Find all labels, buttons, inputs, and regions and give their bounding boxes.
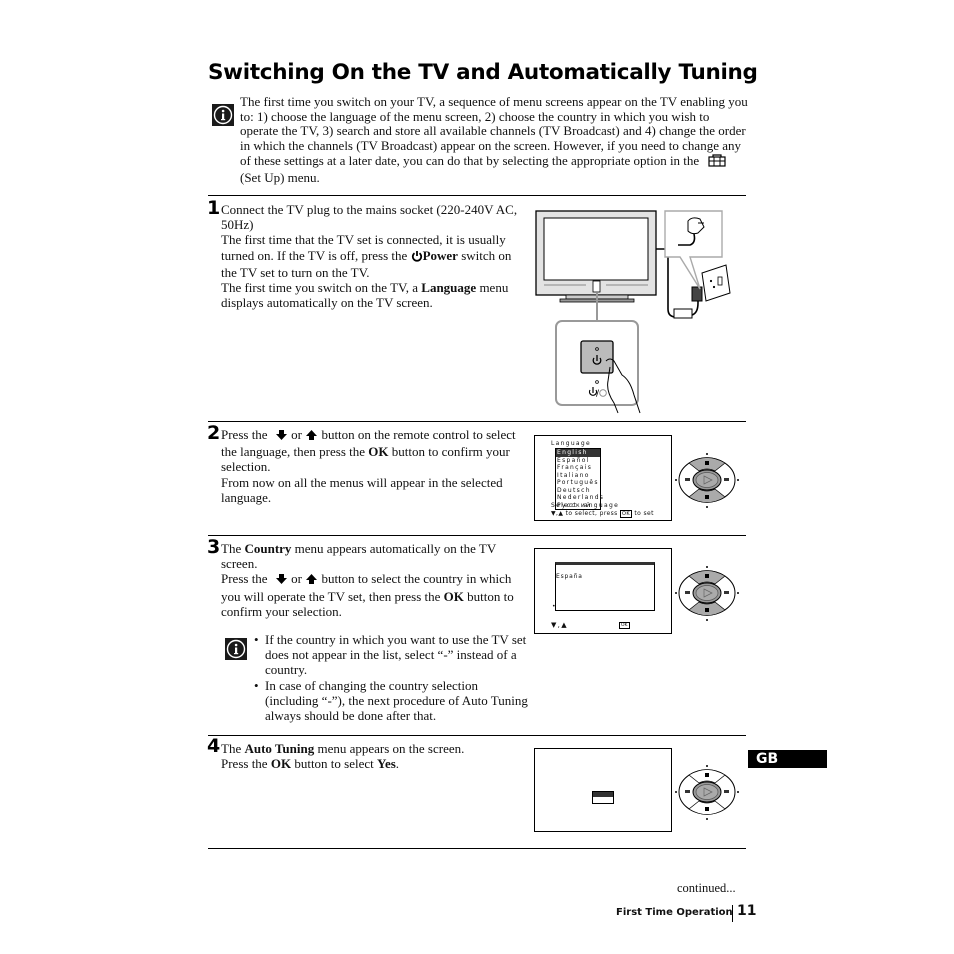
language-label: Language xyxy=(421,280,477,296)
footer-divider xyxy=(732,905,733,922)
page-title: Switching On the TV and Automatically Tu… xyxy=(208,60,758,85)
language-menu-screen: Language English Español Français Italia… xyxy=(534,435,672,521)
language-option[interactable]: Português xyxy=(556,479,600,487)
language-option-selected[interactable]: English xyxy=(556,449,600,457)
remote-navigation-pad xyxy=(675,566,739,621)
continued-note: continued... xyxy=(677,881,736,895)
info-icon xyxy=(225,638,247,660)
step-text-line: The first time that the TV set is connec… xyxy=(221,232,526,280)
ok-label: OK xyxy=(270,756,292,772)
remote-navigation-pad xyxy=(675,453,739,508)
toolbox-icon xyxy=(708,153,727,171)
power-label: Power xyxy=(422,247,458,263)
section-divider xyxy=(208,195,746,196)
page-number: 11 xyxy=(737,903,757,919)
auto-tuning-screen xyxy=(534,748,672,832)
hint-text: ▼,▲ to select, press xyxy=(551,510,618,517)
step-number: 4 xyxy=(207,735,221,757)
section-divider xyxy=(208,421,746,422)
step-text-line: The Auto Tuning menu appears on the scre… xyxy=(221,741,531,756)
section-divider xyxy=(208,735,746,736)
language-list: English Español Français Italiano Portug… xyxy=(555,448,603,510)
ok-key-glyph: OK xyxy=(620,510,633,518)
tv-set-illustration: / xyxy=(535,210,731,414)
remote-navigation-pad xyxy=(675,765,739,820)
text: . xyxy=(395,756,400,772)
yes-label: Yes xyxy=(377,756,396,772)
nav-hint: ▼,▲ xyxy=(551,621,568,629)
selected-option xyxy=(593,792,613,797)
step-text-line: The Country menu appears automatically o… xyxy=(221,541,526,571)
auto-tuning-label: Auto Tuning xyxy=(244,741,315,756)
up-arrow-icon xyxy=(305,429,318,444)
text: Press the xyxy=(221,756,268,772)
note-item: In case of changing the country selectio… xyxy=(254,678,534,724)
text: The first time you switch on the TV, a xyxy=(221,280,419,296)
step-text-line: Connect the TV plug to the mains socket … xyxy=(221,202,518,233)
ok-label: OK xyxy=(368,444,389,460)
footer-section-title: First Time Operation xyxy=(616,907,733,918)
text: Press the xyxy=(221,427,268,442)
language-tab: GB xyxy=(748,750,827,768)
country-notes: If the country in which you want to use … xyxy=(254,632,534,723)
step-text-line: Press the or button on the remote contro… xyxy=(221,427,526,475)
section-divider xyxy=(208,535,746,536)
step-number: 3 xyxy=(207,536,221,558)
up-arrow-icon xyxy=(305,573,318,588)
text: button to select xyxy=(294,756,374,772)
text: or xyxy=(291,427,302,442)
step-1-text: Connect the TV plug to the mains socket … xyxy=(221,202,526,310)
language-option[interactable]: Français xyxy=(556,464,600,472)
text: menu appears on the screen. xyxy=(317,741,465,756)
down-arrow-icon xyxy=(275,573,288,588)
menu-heading: Language xyxy=(551,440,592,447)
hint-text: to set xyxy=(634,510,654,517)
note-item: If the country in which you want to use … xyxy=(254,632,534,678)
step-text-line: From now on all the menus will appear in… xyxy=(221,474,503,505)
country-list xyxy=(555,562,655,611)
step-3-text: The Country menu appears automatically o… xyxy=(221,541,526,619)
menu-hint: ▼,▲ to select, press OK to set xyxy=(551,510,654,518)
text: Press the xyxy=(221,571,268,587)
step-number: 1 xyxy=(207,197,221,219)
language-option[interactable]: Italiano xyxy=(556,472,600,480)
power-icon xyxy=(411,250,423,265)
intro-paragraph: The first time you switch on your TV, a … xyxy=(240,94,750,186)
intro-text-end: (Set Up) menu. xyxy=(240,169,320,185)
ok-key-glyph: OK xyxy=(619,622,630,629)
info-icon xyxy=(212,104,234,126)
yes-no-selector[interactable] xyxy=(592,791,614,804)
text: The xyxy=(221,541,242,556)
language-option[interactable]: Nederlands xyxy=(556,494,603,502)
step-number: 2 xyxy=(207,422,221,444)
country-option-selected[interactable]: España xyxy=(556,573,583,580)
country-menu-screen: España • ▼,▲ OK xyxy=(534,548,672,634)
section-divider xyxy=(208,848,746,849)
step-4-text: The Auto Tuning menu appears on the scre… xyxy=(221,741,531,771)
ok-label: OK xyxy=(443,588,464,604)
step-text-line: Press the OK button to select Yes. xyxy=(221,756,531,771)
scroll-marker: • xyxy=(552,603,557,610)
step-text-line: Press the or button to select the countr… xyxy=(221,571,526,619)
step-text-line: The first time you switch on the TV, a L… xyxy=(221,280,526,310)
language-option[interactable]: Español xyxy=(556,457,600,465)
down-arrow-icon xyxy=(275,429,288,444)
text: The xyxy=(221,741,242,756)
country-label: Country xyxy=(244,541,292,556)
menu-footer: Select anguage xyxy=(551,502,620,509)
text: or xyxy=(291,571,302,587)
step-2-text: Press the or button on the remote contro… xyxy=(221,427,526,505)
language-option[interactable]: Deutsch xyxy=(556,487,600,495)
intro-text: The first time you switch on your TV, a … xyxy=(240,94,748,169)
